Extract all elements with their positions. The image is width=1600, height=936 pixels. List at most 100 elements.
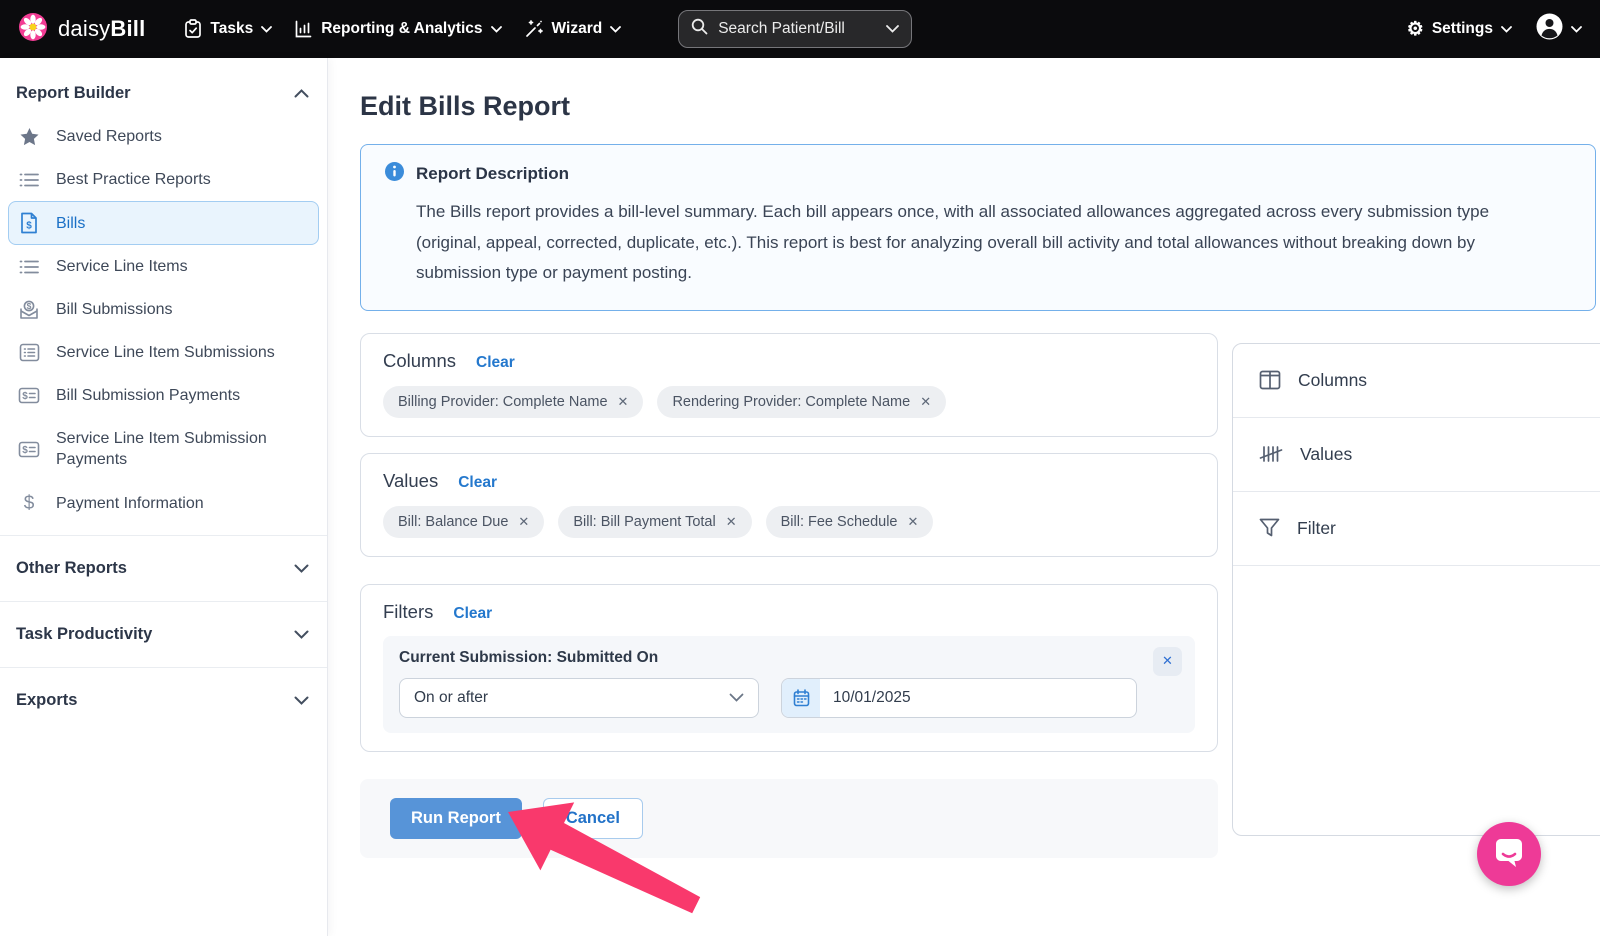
chip-label: Bill: Bill Payment Total — [573, 514, 715, 530]
nav-tasks-label: Tasks — [210, 20, 253, 38]
divider — [0, 667, 327, 668]
report-description-box: Report Description The Bills report prov… — [360, 144, 1596, 311]
nav-wizard[interactable]: Wizard — [513, 0, 633, 58]
chevron-down-icon — [1501, 26, 1512, 33]
top-navbar: daisyBill Tasks Reportin — [0, 0, 1600, 58]
daisybill-logo[interactable]: daisyBill — [18, 12, 145, 47]
values-clear-button[interactable]: Clear — [458, 474, 497, 492]
run-report-button[interactable]: Run Report — [390, 798, 522, 839]
nav-tasks[interactable]: Tasks — [173, 0, 283, 58]
chevron-down-icon — [491, 26, 502, 33]
operator-select[interactable]: On or after — [399, 678, 759, 718]
magic-wand-icon — [524, 19, 544, 39]
gear-icon: ⚙ — [1407, 20, 1424, 39]
sidebar-item-payment-information[interactable]: $ Payment Information — [8, 481, 319, 525]
star-icon — [17, 127, 41, 147]
chat-bubble-icon — [1492, 835, 1526, 874]
filters-clear-button[interactable]: Clear — [453, 605, 492, 623]
actions-panel: Run Report Cancel — [360, 779, 1218, 858]
svg-text:$: $ — [27, 301, 32, 311]
remove-chip-icon[interactable]: ✕ — [618, 394, 629, 410]
remove-chip-icon[interactable]: ✕ — [907, 514, 918, 530]
values-card-title: Values — [383, 470, 438, 492]
sidebar-item-saved-reports[interactable]: Saved Reports — [8, 115, 319, 158]
search-input[interactable] — [718, 20, 868, 38]
sidebar-item-label: Saved Reports — [56, 126, 162, 147]
nav-reporting-analytics[interactable]: Reporting & Analytics — [283, 0, 512, 58]
close-icon: ✕ — [1162, 653, 1173, 669]
remove-chip-icon[interactable]: ✕ — [518, 514, 529, 530]
sidebar-item-label: Payment Information — [56, 493, 204, 514]
column-chip[interactable]: Rendering Provider: Complete Name ✕ — [657, 386, 946, 418]
info-icon — [385, 162, 404, 186]
user-menu[interactable] — [1536, 13, 1582, 45]
section-title: Other Reports — [16, 559, 127, 578]
bar-chart-icon — [294, 20, 313, 39]
dollar-icon: $ — [17, 492, 41, 514]
sidebar-item-label: Best Practice Reports — [56, 169, 211, 190]
svg-text:$: $ — [22, 445, 28, 456]
builder-tab-values[interactable]: Values — [1233, 418, 1600, 492]
calendar-icon[interactable] — [782, 679, 820, 717]
tally-marks-icon — [1259, 444, 1283, 464]
chevron-down-icon — [261, 26, 272, 33]
sidebar-section-exports[interactable]: Exports — [0, 678, 327, 723]
search-icon — [691, 18, 708, 40]
sidebar-item-label: Service Line Item Submissions — [56, 342, 275, 363]
sidebar-item-service-line-item-submissions[interactable]: Service Line Item Submissions — [8, 331, 319, 374]
avatar — [1536, 13, 1563, 45]
value-chip[interactable]: Bill: Balance Due ✕ — [383, 506, 544, 538]
columns-clear-button[interactable]: Clear — [476, 354, 515, 372]
nav-settings[interactable]: ⚙ Settings — [1405, 20, 1514, 39]
chat-launcher-button[interactable] — [1477, 822, 1541, 886]
sidebar-item-bill-submissions[interactable]: $ Bill Submissions — [8, 288, 319, 331]
chevron-down-icon — [1571, 20, 1582, 38]
divider — [0, 601, 327, 602]
builder-tab-filter[interactable]: Filter — [1233, 492, 1600, 566]
svg-text:$: $ — [24, 493, 35, 514]
report-description-body: The Bills report provides a bill-level s… — [416, 197, 1531, 289]
operator-selected-value: On or after — [414, 689, 488, 707]
remove-chip-icon[interactable]: ✕ — [920, 394, 931, 410]
nav-settings-label: Settings — [1432, 20, 1493, 38]
envelope-dollar-icon: $ — [17, 299, 41, 320]
chevron-down-icon — [294, 691, 309, 710]
filter-label: Current Submission: Submitted On — [399, 649, 1179, 667]
card-dollar-icon: $ — [17, 387, 41, 404]
chevron-up-icon — [294, 84, 309, 103]
builder-tab-columns[interactable]: Columns — [1233, 344, 1600, 418]
chip-label: Billing Provider: Complete Name — [398, 394, 608, 410]
sidebar-section-other-reports[interactable]: Other Reports — [0, 546, 327, 591]
filters-card-title: Filters — [383, 601, 433, 623]
svg-text:$: $ — [22, 391, 28, 402]
bill-document-icon: $ — [17, 212, 41, 234]
daisy-flower-icon — [18, 12, 48, 47]
divider — [0, 535, 327, 536]
chip-label: Rendering Provider: Complete Name — [672, 394, 910, 410]
sidebar-item-best-practice-reports[interactable]: Best Practice Reports — [8, 158, 319, 201]
sidebar-section-task-productivity[interactable]: Task Productivity — [0, 612, 327, 657]
patient-bill-search[interactable] — [678, 10, 912, 48]
date-input[interactable]: 10/01/2025 — [781, 678, 1137, 718]
sidebar-item-bill-submission-payments[interactable]: $ Bill Submission Payments — [8, 374, 319, 417]
sidebar: Report Builder Saved Reports Best Practi… — [0, 58, 328, 936]
remove-filter-button[interactable]: ✕ — [1153, 647, 1182, 676]
sidebar-section-report-builder[interactable]: Report Builder — [0, 70, 327, 115]
value-chip[interactable]: Bill: Bill Payment Total ✕ — [558, 506, 751, 538]
cancel-button[interactable]: Cancel — [543, 798, 643, 839]
columns-card: Columns Clear Billing Provider: Complete… — [360, 333, 1218, 437]
sidebar-item-label: Bill Submission Payments — [56, 385, 240, 406]
section-title: Task Productivity — [16, 625, 152, 644]
chevron-down-icon — [294, 625, 309, 644]
value-chip[interactable]: Bill: Fee Schedule ✕ — [766, 506, 934, 538]
chevron-down-icon[interactable] — [886, 20, 899, 38]
sidebar-item-service-line-items[interactable]: Service Line Items — [8, 245, 319, 288]
date-value: 10/01/2025 — [820, 679, 924, 717]
column-chip[interactable]: Billing Provider: Complete Name ✕ — [383, 386, 643, 418]
remove-chip-icon[interactable]: ✕ — [726, 514, 737, 530]
list-icon — [17, 258, 41, 276]
sidebar-item-bills[interactable]: $ Bills — [8, 201, 319, 245]
sidebar-item-service-line-item-submission-payments[interactable]: $ Service Line Item Submission Payments — [8, 417, 319, 481]
section-title: Exports — [16, 691, 77, 710]
builder-panel: Columns Values — [1232, 343, 1600, 836]
